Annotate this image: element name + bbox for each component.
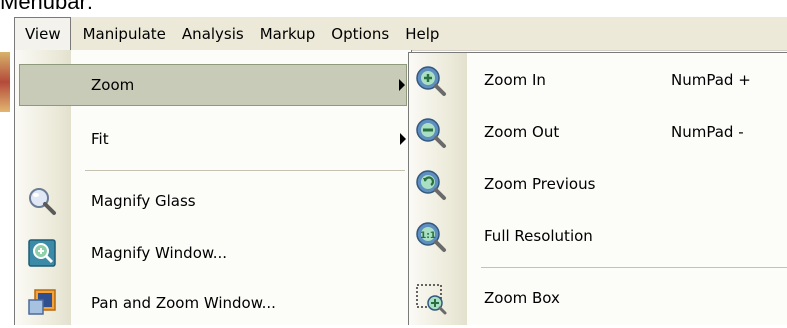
menu-item-label: Magnify Window... bbox=[91, 244, 228, 262]
menu-item-label: Magnify Glass bbox=[91, 192, 196, 210]
menu-view[interactable]: View bbox=[14, 17, 71, 50]
full-resolution-icon: 1:1 bbox=[416, 222, 446, 252]
shortcut-label: NumPad + bbox=[671, 71, 751, 89]
submenu-item-zoom-previous[interactable]: Zoom Previous bbox=[409, 159, 787, 211]
menu-analysis[interactable]: Analysis bbox=[174, 17, 252, 50]
menu-markup[interactable]: Markup bbox=[252, 17, 324, 50]
menu-item-zoom[interactable]: Zoom bbox=[19, 64, 407, 106]
submenu-arrow-icon bbox=[400, 133, 406, 145]
submenu-item-full-resolution[interactable]: 1:1 Full Resolution bbox=[409, 211, 787, 263]
menu-help[interactable]: Help bbox=[397, 17, 447, 50]
svg-text:1:1: 1:1 bbox=[420, 231, 436, 241]
submenu-item-zoom-in[interactable]: Zoom In NumPad + bbox=[409, 55, 787, 107]
submenu-arrow-icon bbox=[399, 79, 405, 91]
background-app-strip bbox=[0, 52, 10, 112]
menu-item-fit[interactable]: Fit bbox=[15, 114, 411, 164]
menu-item-magnify-window[interactable]: Magnify Window... bbox=[15, 228, 411, 278]
menu-manipulate[interactable]: Manipulate bbox=[75, 17, 174, 50]
menu-item-label: Fit bbox=[91, 130, 109, 148]
menu-item-magnify-glass[interactable]: Magnify Glass bbox=[15, 176, 411, 226]
menu-item-label: Pan and Zoom Window... bbox=[91, 294, 276, 312]
page-heading: Menubar: bbox=[0, 0, 93, 14]
submenu-item-zoom-out[interactable]: Zoom Out NumPad - bbox=[409, 107, 787, 159]
menu-options[interactable]: Options bbox=[323, 17, 397, 50]
view-menu-dropdown: Zoom Fit Magnify Glass Magnify Window... bbox=[14, 50, 412, 325]
magnify-window-icon bbox=[28, 239, 56, 267]
zoom-out-icon bbox=[416, 118, 446, 148]
menu-separator bbox=[481, 267, 787, 268]
zoom-in-icon bbox=[416, 66, 446, 96]
menu-bar: View Manipulate Analysis Markup Options … bbox=[14, 17, 787, 51]
submenu-item-label: Zoom In bbox=[484, 71, 546, 89]
pan-zoom-window-icon bbox=[28, 289, 56, 315]
shortcut-label: NumPad - bbox=[671, 123, 744, 141]
menu-separator bbox=[85, 170, 405, 171]
submenu-item-zoom-box[interactable]: Zoom Box bbox=[409, 273, 787, 325]
submenu-item-label: Zoom Box bbox=[484, 289, 560, 307]
menu-item-pan-zoom-window[interactable]: Pan and Zoom Window... bbox=[15, 278, 411, 328]
zoom-previous-icon bbox=[416, 170, 446, 200]
zoom-submenu: Zoom In NumPad + Zoom Out NumPad - Zoom … bbox=[408, 52, 787, 325]
zoom-box-icon bbox=[416, 284, 447, 315]
submenu-item-label: Full Resolution bbox=[484, 227, 593, 245]
submenu-item-label: Zoom Previous bbox=[484, 175, 596, 193]
menu-item-label: Zoom bbox=[91, 76, 135, 94]
submenu-item-label: Zoom Out bbox=[484, 123, 560, 141]
magnifying-glass-icon bbox=[29, 188, 56, 215]
